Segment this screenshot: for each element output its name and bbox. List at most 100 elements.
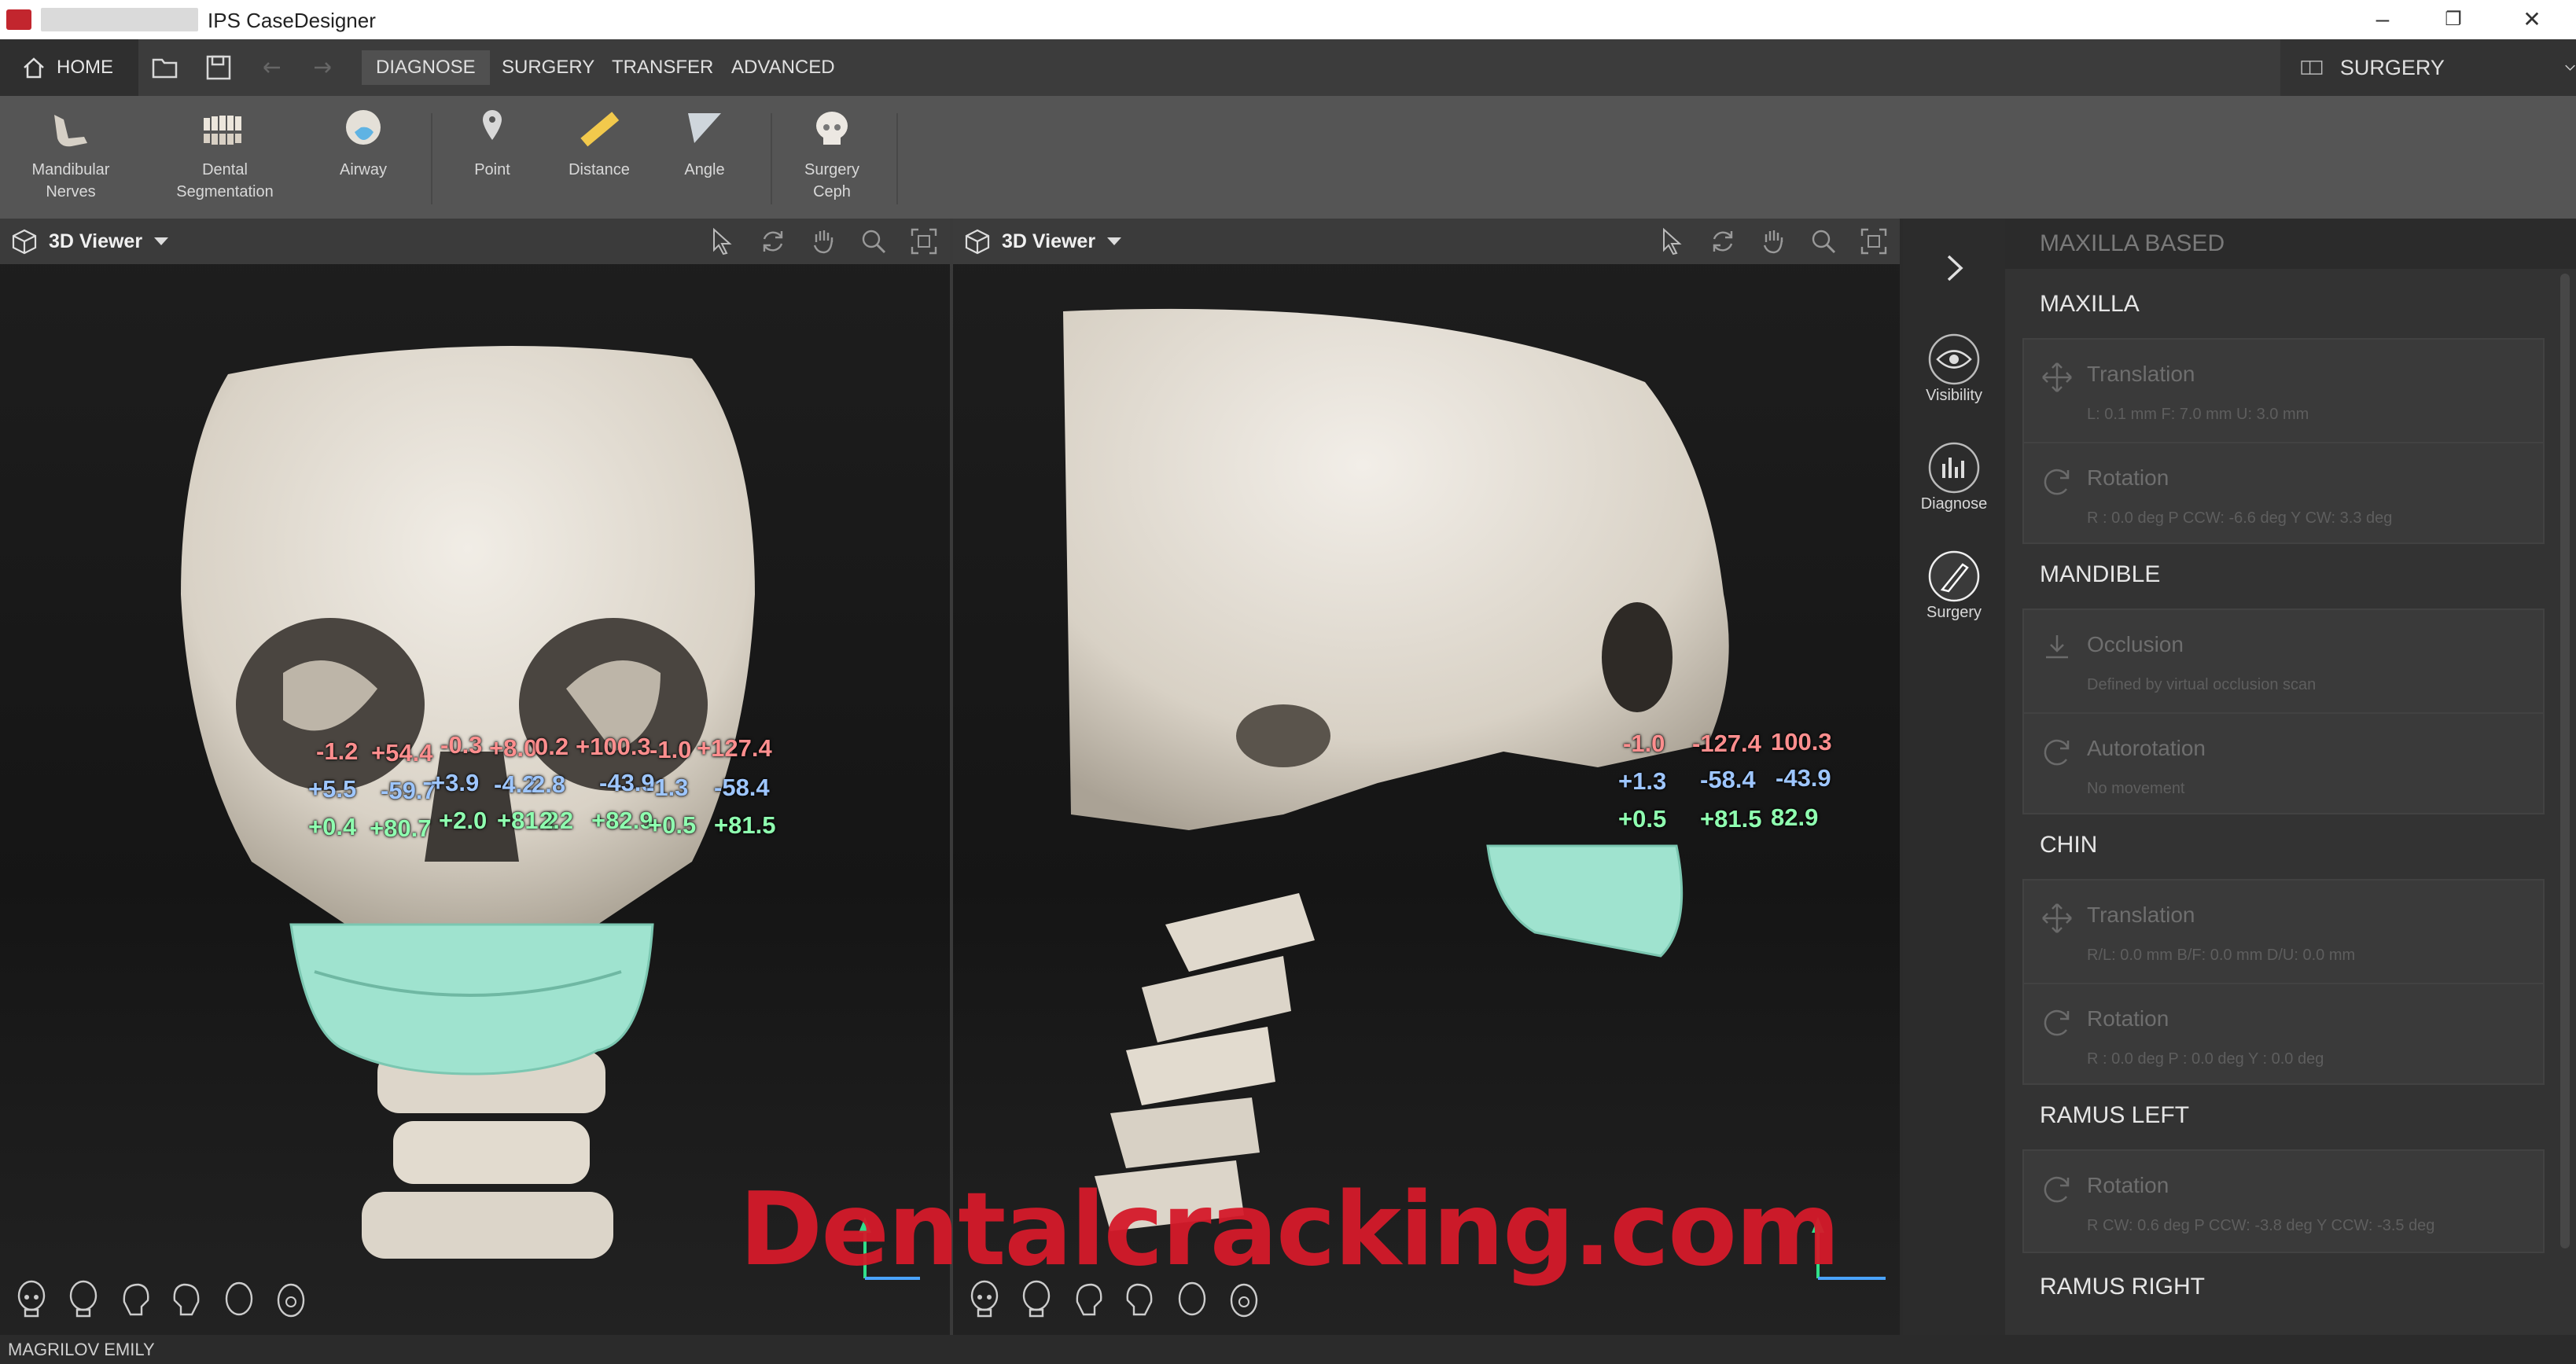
select-arrow-icon[interactable] [708, 226, 738, 256]
measurement-label: -1.3 [646, 774, 689, 801]
side-tab-diagnose[interactable]: Diagnose [1903, 440, 2005, 513]
chevron-down-icon [2565, 64, 2575, 71]
undo-icon[interactable] [256, 52, 288, 83]
measurement-label: +127.4 [697, 734, 772, 762]
rotate-icon[interactable] [758, 226, 788, 256]
ribbon-toolbar: Mandibular Nerves Dental Segmentation Ai… [0, 96, 2576, 219]
skull-back-icon[interactable] [66, 1278, 101, 1322]
measurement-label: +5.5 [308, 775, 357, 803]
chin-card: Translation R/L: 0.0 mm B/F: 0.0 mm D/U:… [2022, 879, 2545, 1085]
teeth-icon [204, 116, 241, 145]
occlusion-icon [2046, 635, 2068, 659]
mandibular-nerves-button[interactable]: Mandibular Nerves [0, 104, 142, 214]
measurement-label: +3.9 [431, 769, 480, 796]
side-tab-visibility[interactable]: Visibility [1903, 332, 2005, 405]
mandible-icon [54, 115, 87, 147]
split-view-icon [2301, 61, 2323, 75]
chin-translation-row[interactable]: Translation R/L: 0.0 mm B/F: 0.0 mm D/U:… [2024, 881, 2543, 981]
row-label: Rotation [2087, 1006, 2169, 1031]
fit-view-icon[interactable] [909, 226, 939, 256]
maxilla-rotation-row[interactable]: Rotation R : 0.0 deg P CCW: -6.6 deg Y C… [2024, 442, 2543, 542]
watermark-text: Dentalcracking.com [739, 1171, 1840, 1289]
measurement-label: +8.0 [489, 734, 538, 762]
measurement-label: -43.9 [1776, 764, 1831, 792]
caret-down-icon [1107, 237, 1122, 245]
dental-segmentation-button[interactable]: Dental Segmentation [154, 104, 296, 214]
viewer-menu[interactable]: 3D Viewer [11, 228, 169, 255]
ribbon-label: Angle [684, 161, 725, 178]
row-label: Translation [2087, 362, 2195, 386]
zoom-icon[interactable] [1809, 226, 1838, 256]
mandible-segment [1486, 844, 1684, 958]
rotate-icon[interactable] [1708, 226, 1738, 256]
angle-icon [688, 113, 721, 143]
measurement-label: -1.0 [1623, 730, 1665, 757]
diagnose-chart-icon [1928, 442, 1980, 494]
measurement-label: 2.2 [539, 807, 574, 834]
angle-button[interactable]: Angle [634, 104, 775, 214]
measurement-label: -1.2 [316, 737, 359, 765]
ribbon-separator [896, 113, 898, 204]
select-arrow-icon[interactable] [1658, 226, 1687, 256]
measurement-label: +0.4 [308, 813, 357, 840]
title-bar: IPS CaseDesigner – ❐ ✕ [0, 0, 2576, 39]
move-arrows-icon [2042, 903, 2072, 933]
ramus-left-rotation-row[interactable]: Rotation R CW: 0.6 deg P CCW: -3.8 deg Y… [2024, 1151, 2543, 1252]
measurement-label: +0.5 [648, 811, 697, 839]
restore-button[interactable]: ❐ [2430, 3, 2477, 36]
viewer-frontal[interactable]: 3D Viewer -1.2 +54.4 -0.3 +8.0 0.2 +100.… [0, 219, 950, 1335]
maxilla-card: Translation L: 0.1 mm F: 7.0 mm U: 3.0 m… [2022, 338, 2545, 544]
panel-scrollbar[interactable] [2560, 274, 2570, 1248]
skull-front-icon[interactable] [14, 1278, 49, 1322]
scalpel-icon [1928, 550, 1980, 602]
airway-icon [346, 110, 381, 145]
viewer-lateral[interactable]: 3D Viewer -1.0 -127.4 100.3 +1.3 -58.4 -… [953, 219, 1900, 1335]
measurement-label: +81.5 [714, 811, 776, 839]
viewer-divider[interactable] [950, 219, 953, 1335]
zoom-icon[interactable] [859, 226, 889, 256]
side-panel-tabs: Visibility Diagnose Surgery [1903, 219, 2005, 1335]
chevron-right-icon[interactable] [1936, 250, 1972, 286]
maxilla-translation-row[interactable]: Translation L: 0.1 mm F: 7.0 mm U: 3.0 m… [2024, 340, 2543, 440]
pan-hand-icon[interactable] [808, 226, 838, 256]
skull-bottom-icon[interactable] [274, 1278, 308, 1322]
row-label: Occlusion [2087, 632, 2184, 656]
row-label: Autorotation [2087, 736, 2206, 760]
window-title: IPS CaseDesigner [208, 9, 376, 32]
cube-icon [12, 229, 37, 255]
surgery-mode-select[interactable]: SURGERY [2280, 39, 2576, 96]
pan-hand-icon[interactable] [1758, 226, 1788, 256]
row-detail: No movement [2087, 780, 2185, 797]
redo-icon[interactable] [307, 52, 338, 83]
viewer-menu[interactable]: 3D Viewer [964, 228, 1122, 255]
close-button[interactable]: ✕ [2508, 3, 2556, 36]
airway-button[interactable]: Airway [293, 104, 434, 214]
minimize-button[interactable]: – [2359, 3, 2406, 36]
surgery-ceph-button[interactable]: Surgery Ceph [761, 104, 903, 214]
tab-diagnose[interactable]: DIAGNOSE [362, 50, 490, 85]
open-folder-icon[interactable] [149, 52, 181, 83]
ribbon-label: Airway [339, 161, 387, 178]
section-title-mandible: MANDIBLE [2040, 561, 2161, 587]
fit-view-icon[interactable] [1859, 226, 1889, 256]
viewer-title: 3D Viewer [1002, 230, 1096, 252]
measurement-label: +80.7 [370, 814, 432, 842]
skull-right-icon[interactable] [170, 1278, 204, 1322]
tab-transfer[interactable]: TRANSFER [598, 50, 727, 85]
measurement-label: -127.4 [1692, 730, 1761, 757]
skull-left-icon[interactable] [118, 1278, 153, 1322]
mandible-card: Occlusion Defined by virtual occlusion s… [2022, 608, 2545, 814]
row-detail: Defined by virtual occlusion scan [2087, 676, 2317, 693]
tab-surgery[interactable]: SURGERY [488, 50, 609, 85]
tab-advanced[interactable]: ADVANCED [717, 50, 849, 85]
measurement-label: -58.4 [714, 774, 770, 801]
home-button[interactable]: HOME [0, 39, 138, 96]
skull-top-icon[interactable] [222, 1278, 256, 1322]
measurement-label: +2.0 [439, 807, 488, 834]
home-icon [24, 57, 44, 79]
chin-rotation-row[interactable]: Rotation R : 0.0 deg P : 0.0 deg Y : 0.0… [2024, 983, 2543, 1083]
mandible-occlusion-row[interactable]: Occlusion Defined by virtual occlusion s… [2024, 610, 2543, 711]
side-tab-surgery[interactable]: Surgery [1903, 549, 2005, 622]
mandible-autorotation-row[interactable]: Autorotation No movement [2024, 712, 2543, 813]
save-icon[interactable] [203, 52, 234, 83]
